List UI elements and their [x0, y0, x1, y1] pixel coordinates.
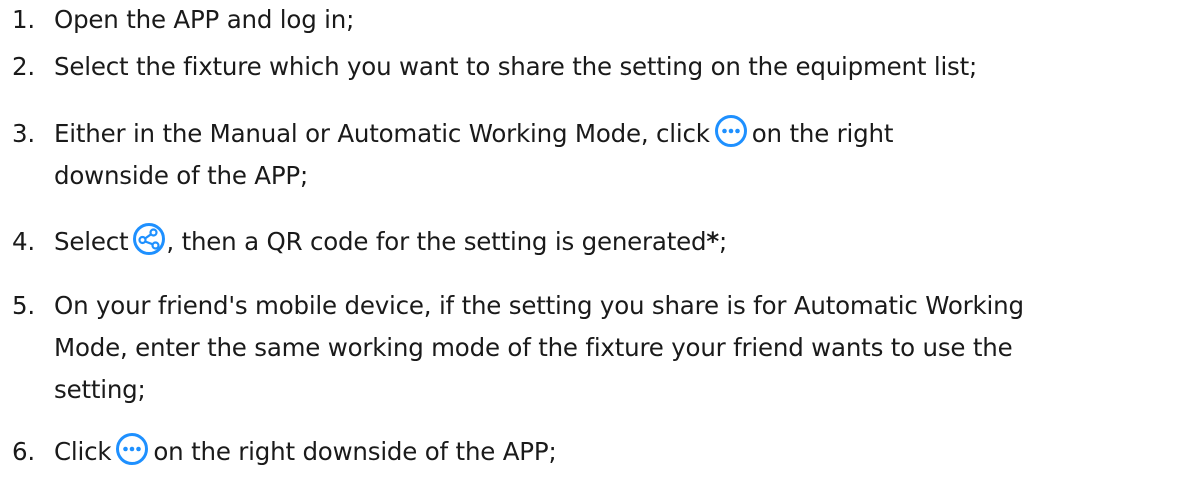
step-text: setting;: [54, 375, 146, 404]
step-number: 3.: [12, 119, 35, 148]
step-text-end: ;: [718, 227, 728, 256]
step-text-after-icon: on the right: [751, 119, 894, 148]
step-text-after-icon: on the right downside of the APP;: [153, 437, 557, 466]
footnote-mark: *: [706, 227, 719, 256]
step-number: 1.: [12, 5, 35, 34]
step-text-line: Either in the Manual or Automatic Workin…: [54, 114, 894, 152]
step-number: 2.: [12, 52, 35, 81]
step-text-line: Click on the right downside of the APP;: [54, 432, 557, 470]
step-text: Select the fixture which you want to sha…: [54, 52, 978, 81]
step-text: Mode, enter the same working mode of the…: [54, 333, 1013, 362]
step-text: Open the APP and log in;: [54, 5, 355, 34]
step-text-after-icon: , then a QR code for the setting is gene…: [166, 227, 707, 256]
step-number: 5.: [12, 291, 35, 320]
step-text-line: Select , then a QR code for the setting i…: [54, 222, 728, 260]
more-icon: [714, 114, 748, 148]
step-text: downside of the APP;: [54, 161, 309, 190]
step-text: On your friend's mobile device, if the s…: [54, 291, 1024, 320]
step-number: 4.: [12, 227, 35, 256]
step-text-before-icon: Click: [54, 437, 112, 466]
step-text-before-icon: Select: [54, 227, 129, 256]
step-text-before-icon: Either in the Manual or Automatic Workin…: [54, 119, 710, 148]
step-number: 6.: [12, 437, 35, 466]
more-icon: [115, 432, 149, 466]
share-icon: [132, 222, 166, 256]
